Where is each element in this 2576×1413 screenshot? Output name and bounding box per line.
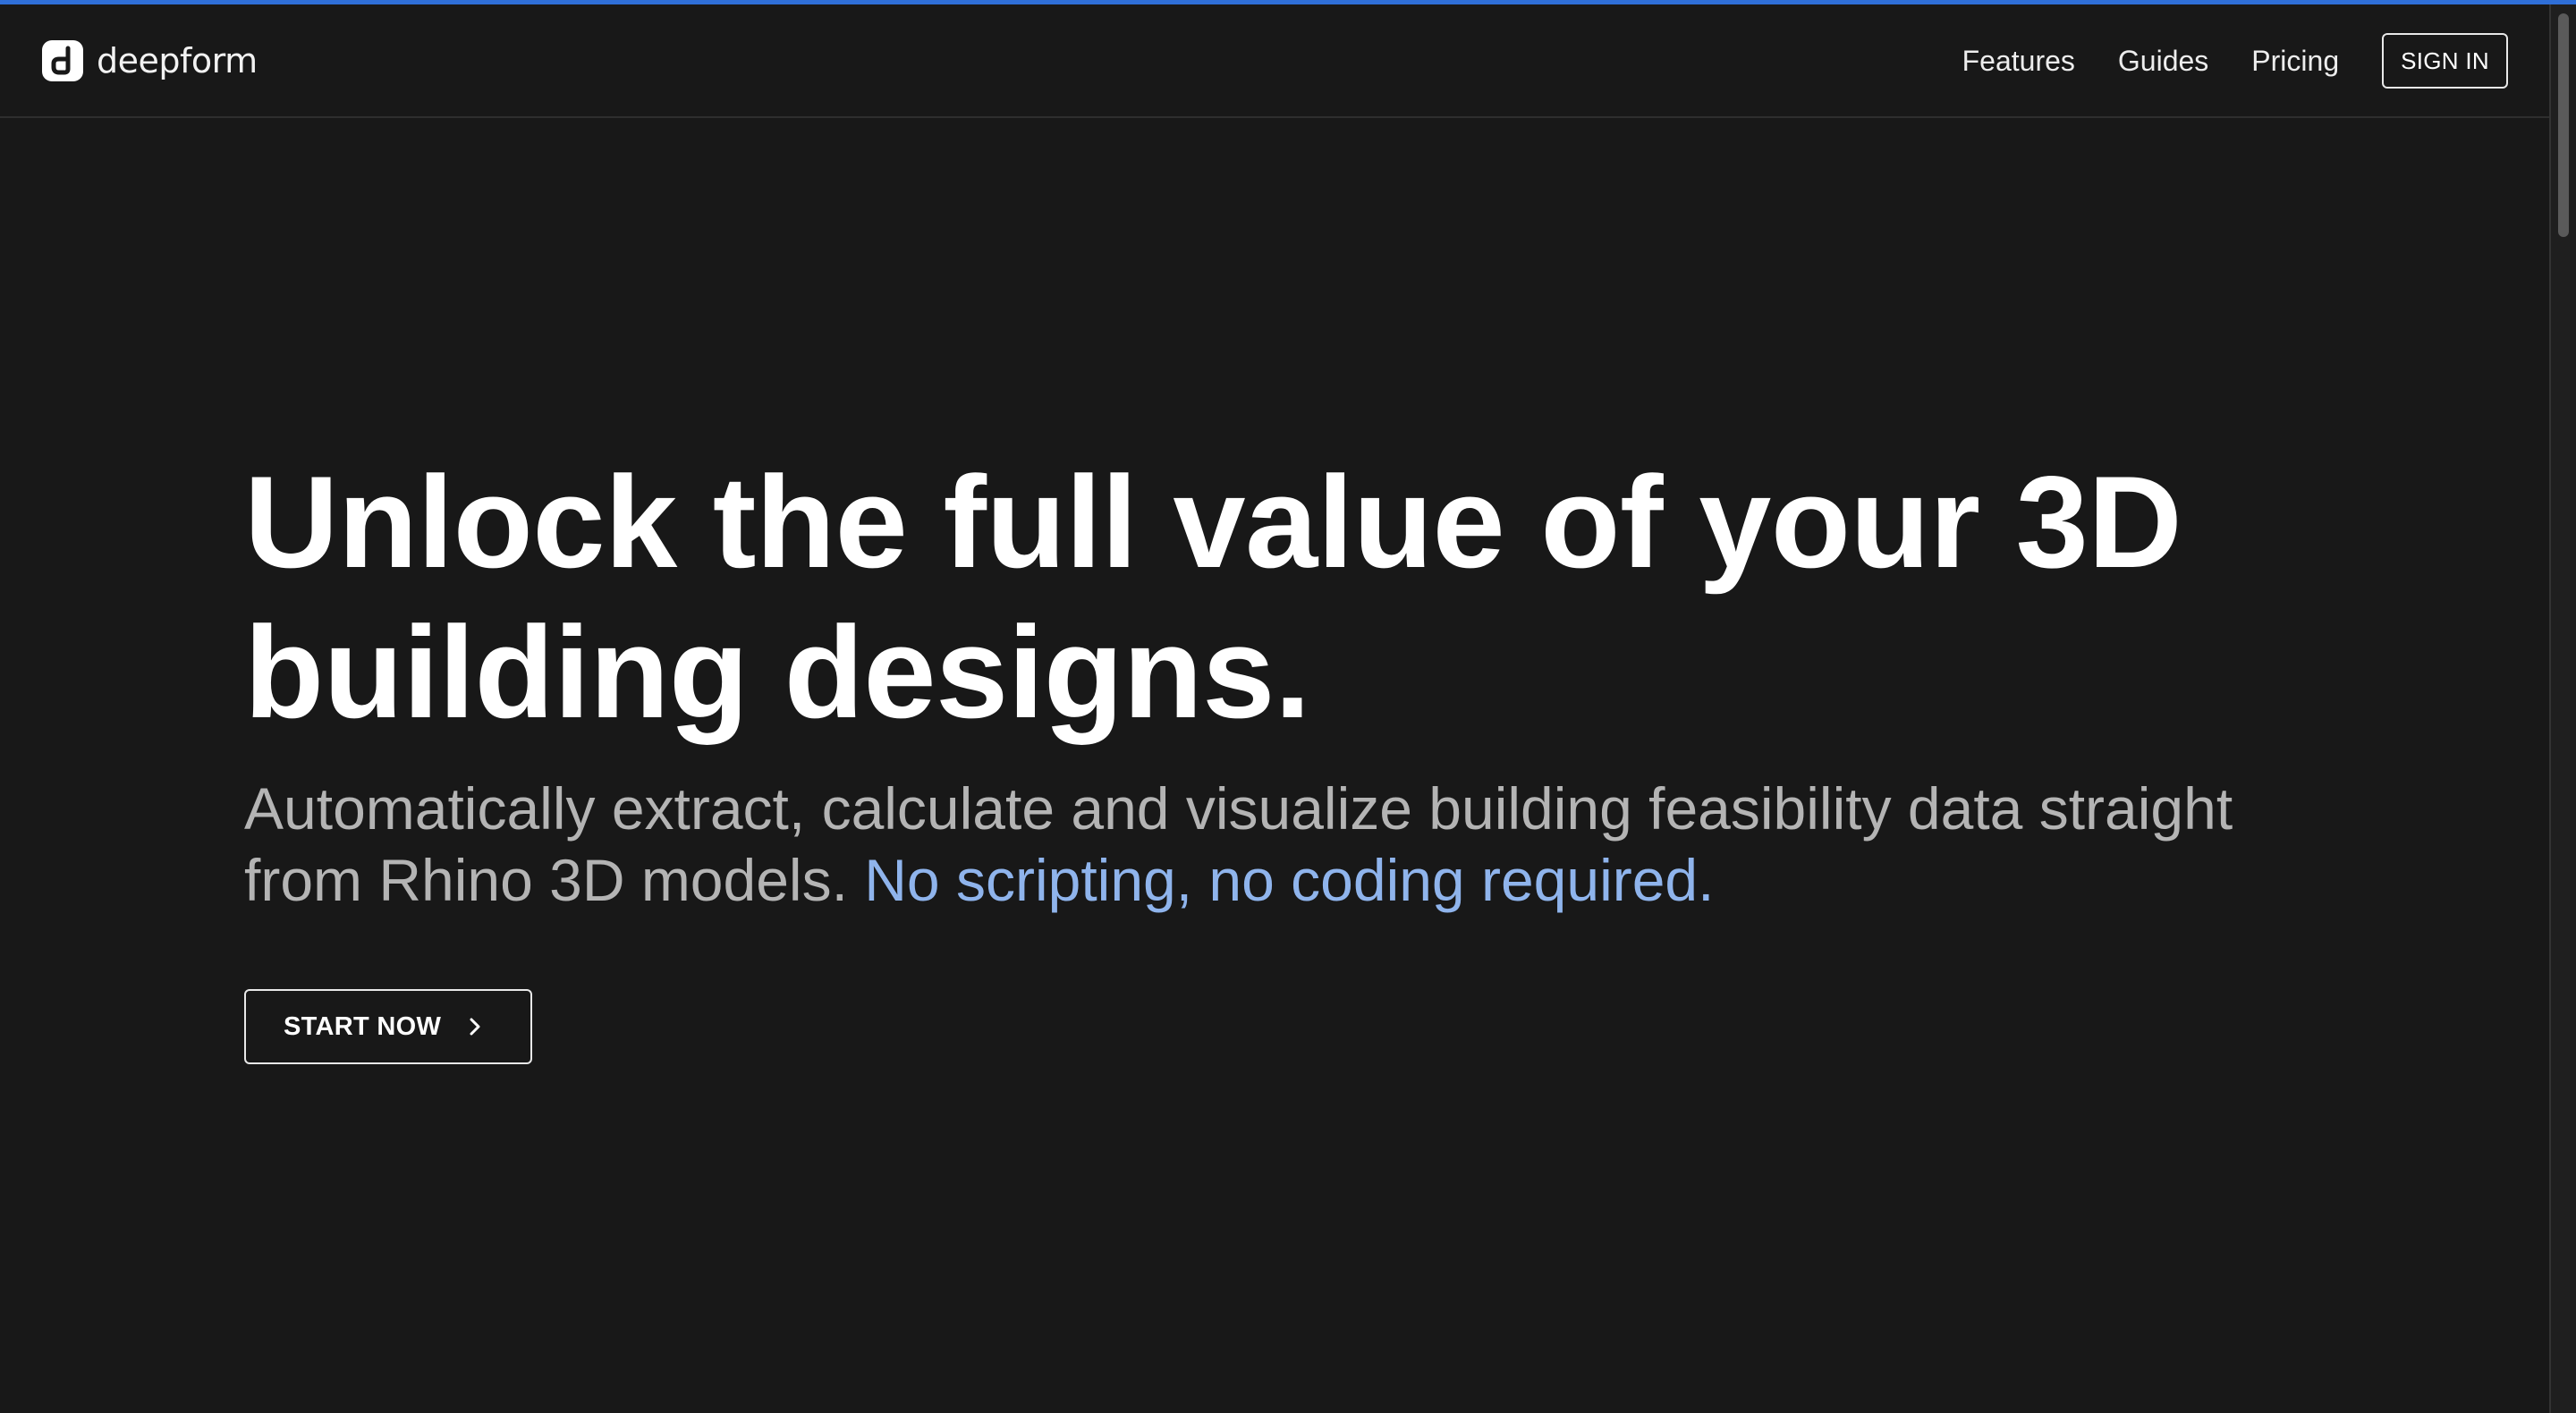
sign-in-button[interactable]: SIGN IN (2382, 33, 2508, 89)
vertical-scrollbar[interactable] (2549, 4, 2576, 1413)
start-now-button[interactable]: START NOW (244, 989, 532, 1064)
deepform-logo-icon (42, 40, 83, 81)
chevron-right-icon (470, 1018, 480, 1036)
nav-links: Features Guides Pricing SIGN IN (1962, 33, 2508, 89)
brand-name: deepform (97, 41, 258, 80)
nav-link-pricing[interactable]: Pricing (2251, 33, 2339, 89)
nav-link-features[interactable]: Features (1962, 33, 2075, 89)
hero-title: Unlock the full value of your 3D buildin… (244, 449, 2182, 745)
hero-subtitle-accent: No scripting, no coding required. (864, 847, 1715, 913)
browser-viewport: deepform Features Guides Pricing SIGN IN… (0, 0, 2576, 1413)
scrollbar-thumb[interactable] (2558, 13, 2569, 237)
hero-section: Unlock the full value of your 3D buildin… (244, 447, 2301, 916)
nav-link-guides[interactable]: Guides (2118, 33, 2208, 89)
start-now-label: START NOW (284, 1011, 442, 1041)
brand-home-link[interactable]: deepform (41, 39, 258, 82)
hero-subtitle: Automatically extract, calculate and vis… (244, 773, 2301, 916)
top-navbar: deepform Features Guides Pricing SIGN IN (0, 4, 2549, 118)
